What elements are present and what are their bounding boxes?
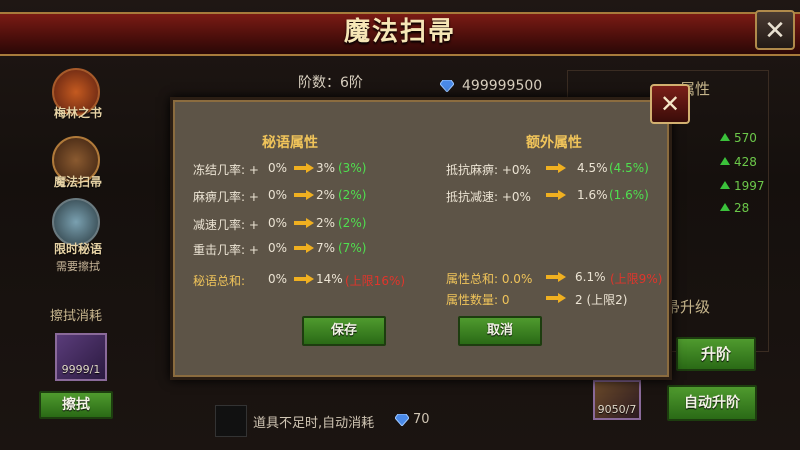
attribute-dialog bbox=[170, 97, 672, 380]
dialog-close-button[interactable]: ✕ bbox=[650, 84, 690, 124]
attr-new: 2% bbox=[316, 188, 336, 202]
extra-total-new: 6.1% bbox=[575, 270, 606, 284]
extra-attr-diff: (4.5%) bbox=[609, 161, 649, 175]
total-current: 0% bbox=[268, 272, 288, 286]
extra-attr-diff: (1.6%) bbox=[609, 188, 649, 202]
auto-consume-cost: 70 bbox=[413, 412, 430, 427]
attr-new: 3% bbox=[316, 161, 336, 175]
auto-consume-checkbox[interactable] bbox=[215, 405, 247, 437]
consume-item-count: 9999/1 bbox=[61, 363, 101, 376]
consume-label: 擦拭消耗 bbox=[50, 309, 103, 324]
sidebar-item-book-label: 梅林之书 bbox=[53, 106, 102, 120]
attr-diff: (7%) bbox=[338, 241, 367, 255]
cancel-button[interactable]: 取消 bbox=[458, 316, 542, 346]
extra-total-limit: (上限9%) bbox=[610, 272, 663, 286]
extra-total-label: 属性总和: 0.0% bbox=[446, 272, 533, 286]
wipe-button[interactable]: 擦拭 bbox=[39, 391, 113, 419]
up-arrow-icon bbox=[720, 133, 730, 141]
attr-label: 重击几率: + bbox=[193, 243, 259, 257]
attr-diff: (2%) bbox=[338, 188, 367, 202]
total-label: 秘语总和: bbox=[193, 274, 246, 288]
arrow-right-icon bbox=[546, 190, 566, 200]
close-icon: ✕ bbox=[659, 90, 681, 118]
attr-current: 0% bbox=[268, 161, 288, 175]
close-button[interactable]: ✕ bbox=[755, 10, 795, 50]
wand-icon[interactable] bbox=[52, 198, 100, 246]
stat-value: 428 bbox=[734, 155, 757, 169]
attr-label: 减速几率: + bbox=[193, 218, 259, 232]
attr-current: 0% bbox=[268, 188, 288, 202]
auto-consume-text: 道具不足时,自动消耗 bbox=[253, 416, 375, 431]
save-button[interactable]: 保存 bbox=[302, 316, 386, 346]
upgrade-button[interactable]: 升阶 bbox=[676, 337, 756, 371]
attr-diff: (3%) bbox=[338, 161, 367, 175]
arrow-right-icon bbox=[546, 293, 566, 303]
attr-new: 2% bbox=[316, 216, 336, 230]
arrow-right-icon bbox=[294, 190, 314, 200]
arrow-right-icon bbox=[294, 218, 314, 228]
up-arrow-icon bbox=[720, 203, 730, 211]
up-arrow-icon bbox=[720, 181, 730, 189]
attr-diff: (2%) bbox=[338, 216, 367, 230]
right-section-title: 额外属性 bbox=[526, 135, 582, 151]
total-new: 14% bbox=[316, 272, 343, 286]
upgrade-item-count: 9050/7 bbox=[597, 403, 637, 416]
rank-text: 阶数：6阶 bbox=[298, 75, 363, 91]
attr-current: 0% bbox=[268, 241, 288, 255]
attr-new: 7% bbox=[316, 241, 336, 255]
arrow-right-icon bbox=[294, 163, 314, 173]
attr-current: 0% bbox=[268, 216, 288, 230]
extra-attr-new: 4.5% bbox=[577, 161, 608, 175]
up-arrow-icon bbox=[720, 157, 730, 165]
stat-value: 1997 bbox=[734, 179, 765, 193]
total-limit: (上限16%) bbox=[345, 274, 406, 288]
window-title: 魔法扫帚 bbox=[343, 17, 456, 47]
attr-label: 麻痹几率: + bbox=[193, 190, 259, 204]
arrow-right-icon bbox=[294, 274, 314, 284]
extra-count-label: 属性数量: 0 bbox=[446, 293, 510, 307]
diamond-icon bbox=[395, 414, 409, 426]
extra-attr-new: 1.6% bbox=[577, 188, 608, 202]
diamond-icon bbox=[440, 80, 454, 92]
extra-attr-label: 抵抗麻痹: +0% bbox=[446, 163, 531, 177]
close-icon: ✕ bbox=[764, 16, 786, 46]
gem-count: 499999500 bbox=[462, 78, 543, 94]
arrow-right-icon bbox=[546, 163, 566, 173]
stat-value: 570 bbox=[734, 131, 757, 145]
arrow-right-icon bbox=[294, 243, 314, 253]
auto-upgrade-button[interactable]: 自动升阶 bbox=[667, 385, 757, 421]
sidebar-item-wand-label: 限时秘语 bbox=[53, 242, 102, 256]
left-section-title: 秘语属性 bbox=[262, 135, 318, 151]
extra-attr-label: 抵抗减速: +0% bbox=[446, 190, 531, 204]
arrow-right-icon bbox=[546, 272, 566, 282]
sidebar-item-wand-sub: 需要擦拭 bbox=[56, 260, 100, 273]
extra-count-new: 2 (上限2) bbox=[575, 293, 628, 307]
stat-value: 28 bbox=[734, 201, 750, 215]
sidebar-item-broom-label: 魔法扫帚 bbox=[53, 175, 102, 189]
attr-label: 冻结几率: + bbox=[193, 163, 259, 177]
